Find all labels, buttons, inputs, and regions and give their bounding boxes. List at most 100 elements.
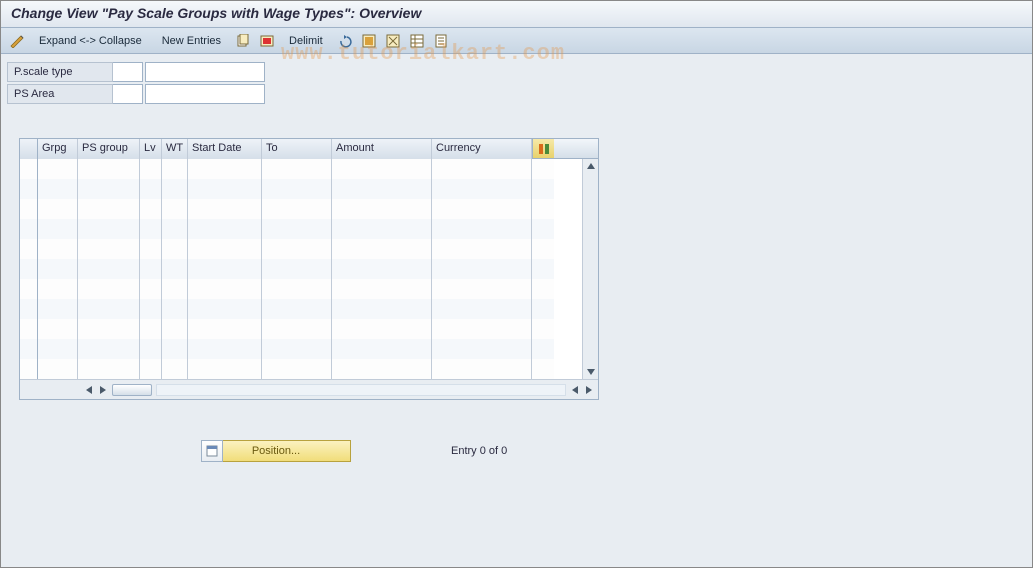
cell-amount[interactable] [332,159,432,179]
row-selector[interactable] [20,159,38,179]
cell-to[interactable] [262,179,332,199]
table-config-icon[interactable] [532,139,554,158]
cell-amount[interactable] [332,179,432,199]
cell-amount[interactable] [332,279,432,299]
cell-lv[interactable] [140,199,162,219]
cell-grpg[interactable] [38,219,78,239]
cell-grpg[interactable] [38,299,78,319]
cell-startdate[interactable] [188,279,262,299]
scroll-left-icon[interactable] [82,383,96,397]
cell-startdate[interactable] [188,359,262,379]
cell-currency[interactable] [432,159,532,179]
cell-lv[interactable] [140,239,162,259]
table-row[interactable] [20,359,598,379]
cell-wt[interactable] [162,259,188,279]
table-row[interactable] [20,179,598,199]
cell-currency[interactable] [432,259,532,279]
column-header-startdate[interactable]: Start Date [188,139,262,159]
cell-currency[interactable] [432,319,532,339]
cell-amount[interactable] [332,219,432,239]
cell-psgroup[interactable] [78,299,140,319]
cell-psgroup[interactable] [78,179,140,199]
cell-to[interactable] [262,159,332,179]
vertical-scrollbar[interactable] [582,159,598,379]
cell-to[interactable] [262,239,332,259]
cell-wt[interactable] [162,299,188,319]
table-row[interactable] [20,259,598,279]
cell-grpg[interactable] [38,279,78,299]
cell-grpg[interactable] [38,319,78,339]
cell-to[interactable] [262,199,332,219]
cell-wt[interactable] [162,359,188,379]
cell-currency[interactable] [432,279,532,299]
cell-psgroup[interactable] [78,159,140,179]
horizontal-scrollbar[interactable] [20,379,598,399]
cell-amount[interactable] [332,199,432,219]
pscale-type-desc-input[interactable] [145,62,265,82]
cell-startdate[interactable] [188,319,262,339]
select-all-column[interactable] [20,139,38,159]
cell-currency[interactable] [432,339,532,359]
cell-wt[interactable] [162,279,188,299]
cell-wt[interactable] [162,159,188,179]
cell-grpg[interactable] [38,239,78,259]
cell-grpg[interactable] [38,259,78,279]
column-header-currency[interactable]: Currency [432,139,532,159]
cell-startdate[interactable] [188,159,262,179]
cell-to[interactable] [262,259,332,279]
pscale-type-code-input[interactable] [113,62,143,82]
cell-startdate[interactable] [188,299,262,319]
cell-currency[interactable] [432,179,532,199]
cell-lv[interactable] [140,279,162,299]
scroll-left-end-icon[interactable] [568,383,582,397]
cell-currency[interactable] [432,219,532,239]
table-row[interactable] [20,339,598,359]
cell-psgroup[interactable] [78,259,140,279]
table-settings-icon[interactable] [407,32,427,50]
cell-startdate[interactable] [188,339,262,359]
scroll-right-end-icon[interactable] [582,383,596,397]
cell-lv[interactable] [140,299,162,319]
cell-currency[interactable] [432,239,532,259]
cell-psgroup[interactable] [78,239,140,259]
column-header-lv[interactable]: Lv [140,139,162,159]
cell-lv[interactable] [140,359,162,379]
cell-to[interactable] [262,359,332,379]
position-button[interactable]: Position... [201,440,351,462]
column-header-grpg[interactable]: Grpg [38,139,78,159]
table-row[interactable] [20,319,598,339]
table-row[interactable] [20,239,598,259]
table-row[interactable] [20,219,598,239]
cell-grpg[interactable] [38,159,78,179]
cell-to[interactable] [262,339,332,359]
row-selector[interactable] [20,199,38,219]
cell-wt[interactable] [162,239,188,259]
cell-psgroup[interactable] [78,279,140,299]
copy-icon[interactable] [233,32,253,50]
cell-amount[interactable] [332,239,432,259]
ps-area-desc-input[interactable] [145,84,265,104]
cell-lv[interactable] [140,339,162,359]
row-selector[interactable] [20,359,38,379]
cell-to[interactable] [262,299,332,319]
select-all-icon[interactable] [359,32,379,50]
cell-amount[interactable] [332,259,432,279]
table-row[interactable] [20,199,598,219]
scroll-down-icon[interactable] [584,365,598,379]
column-header-psgroup[interactable]: PS group [78,139,140,159]
cell-startdate[interactable] [188,199,262,219]
cell-wt[interactable] [162,319,188,339]
toggle-change-icon[interactable] [7,32,27,50]
cell-amount[interactable] [332,319,432,339]
column-header-wt[interactable]: WT [162,139,188,159]
cell-startdate[interactable] [188,259,262,279]
table-row[interactable] [20,159,598,179]
undo-icon[interactable] [335,32,355,50]
cell-psgroup[interactable] [78,319,140,339]
delimit-button[interactable]: Delimit [281,33,331,49]
print-icon[interactable] [431,32,451,50]
cell-lv[interactable] [140,179,162,199]
table-row[interactable] [20,279,598,299]
cell-to[interactable] [262,319,332,339]
cell-lv[interactable] [140,219,162,239]
